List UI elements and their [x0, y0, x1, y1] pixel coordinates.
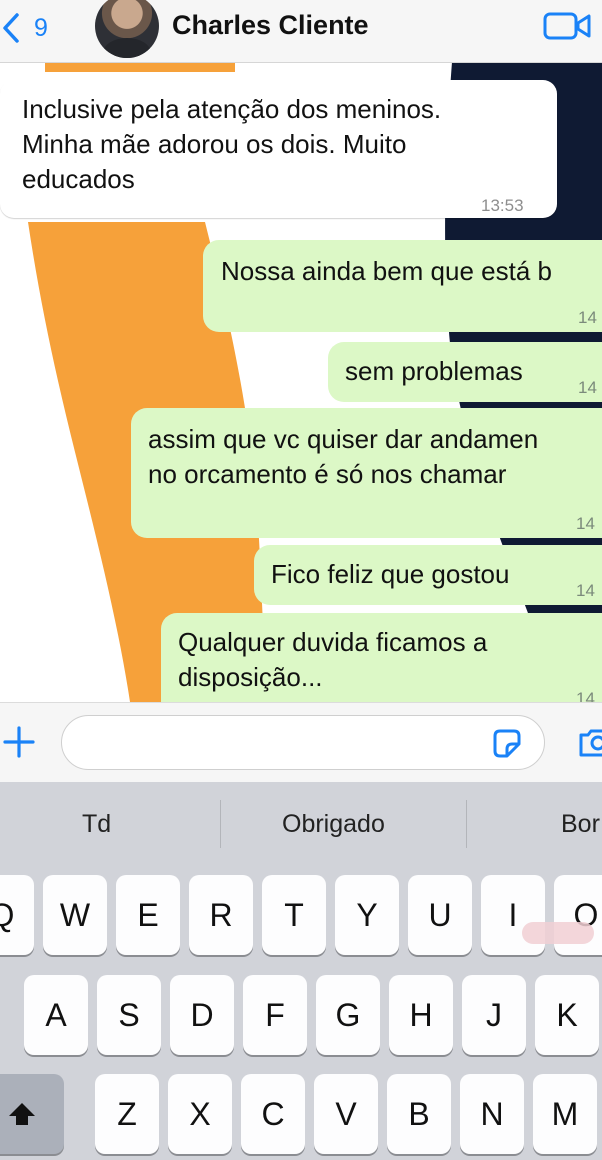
video-call-icon[interactable] — [543, 11, 593, 41]
shift-icon — [9, 1103, 35, 1125]
key-r[interactable]: R — [189, 875, 253, 955]
message-time: 13:53 — [481, 196, 524, 215]
suggestion-3[interactable]: Bor — [561, 810, 600, 839]
outgoing-message[interactable]: sem problemas 14 — [328, 342, 602, 402]
key-x[interactable]: X — [168, 1074, 232, 1154]
message-input[interactable] — [61, 715, 545, 770]
contact-name[interactable]: Charles Cliente — [172, 10, 369, 41]
message-time: 14 — [576, 689, 595, 702]
chat-header: 9 Charles Cliente — [0, 0, 602, 63]
message-time: 14 — [576, 581, 595, 600]
key-k[interactable]: K — [535, 975, 599, 1055]
message-text-line: no orcamento é só nos chamar — [148, 459, 507, 489]
touch-highlight — [522, 922, 594, 944]
keyboard: Td Obrigado Bor QWERTYUIOASDFGHJKZXCVBNM — [0, 782, 602, 1160]
outgoing-message[interactable]: Qualquer duvida ficamos a disposição... 14 — [161, 613, 602, 702]
key-c[interactable]: C — [241, 1074, 305, 1154]
unread-count: 9 — [34, 13, 48, 42]
key-shift[interactable] — [0, 1074, 64, 1154]
key-f[interactable]: F — [243, 975, 307, 1055]
suggestion-divider — [466, 800, 467, 848]
key-h[interactable]: H — [389, 975, 453, 1055]
message-text-line: Inclusive pela atenção dos meninos. — [22, 94, 442, 124]
message-text-line: educados — [22, 164, 135, 194]
key-b[interactable]: B — [387, 1074, 451, 1154]
outgoing-message[interactable]: Nossa ainda bem que está b 14 — [203, 240, 602, 332]
key-q[interactable]: Q — [0, 875, 34, 955]
key-w[interactable]: W — [43, 875, 107, 955]
key-u[interactable]: U — [408, 875, 472, 955]
key-e[interactable]: E — [116, 875, 180, 955]
key-t[interactable]: T — [262, 875, 326, 955]
message-list[interactable]: Inclusive pela atenção dos meninos. Minha… — [0, 62, 602, 702]
message-text-line: disposição... — [178, 662, 323, 692]
back-button[interactable]: 9 — [0, 8, 48, 48]
message-text-line: assim que vc quiser dar andamen — [148, 424, 539, 454]
incoming-message[interactable]: Inclusive pela atenção dos meninos. Minha… — [0, 80, 557, 218]
message-text-line: Fico feliz que gostou — [271, 559, 510, 589]
key-g[interactable]: G — [316, 975, 380, 1055]
key-m[interactable]: M — [533, 1074, 597, 1154]
message-text-line: sem problemas — [345, 356, 523, 386]
key-y[interactable]: Y — [335, 875, 399, 955]
suggestion-2[interactable]: Obrigado — [282, 810, 385, 839]
outgoing-message[interactable]: Fico feliz que gostou 14 — [254, 545, 602, 605]
key-a[interactable]: A — [24, 975, 88, 1055]
camera-icon[interactable] — [578, 725, 602, 759]
message-text-line: Nossa ainda bem que está b — [221, 256, 552, 286]
key-n[interactable]: N — [460, 1074, 524, 1154]
plus-icon[interactable] — [2, 725, 36, 759]
chevron-left-icon — [3, 13, 19, 43]
key-j[interactable]: J — [462, 975, 526, 1055]
key-d[interactable]: D — [170, 975, 234, 1055]
key-v[interactable]: V — [314, 1074, 378, 1154]
outgoing-message[interactable]: assim que vc quiser dar andamen no orcame… — [131, 408, 602, 538]
message-time: 14 — [578, 308, 597, 327]
suggestion-divider — [220, 800, 221, 848]
suggestion-1[interactable]: Td — [82, 810, 111, 839]
message-text-line: Minha mãe adorou os dois. Muito — [22, 129, 407, 159]
sticker-icon[interactable] — [490, 727, 524, 761]
message-text-line: Qualquer duvida ficamos a — [178, 627, 488, 657]
key-s[interactable]: S — [97, 975, 161, 1055]
compose-bar — [0, 702, 602, 783]
avatar[interactable] — [95, 0, 159, 58]
key-z[interactable]: Z — [95, 1074, 159, 1154]
message-time: 14 — [576, 514, 595, 533]
message-time: 14 — [578, 378, 597, 397]
